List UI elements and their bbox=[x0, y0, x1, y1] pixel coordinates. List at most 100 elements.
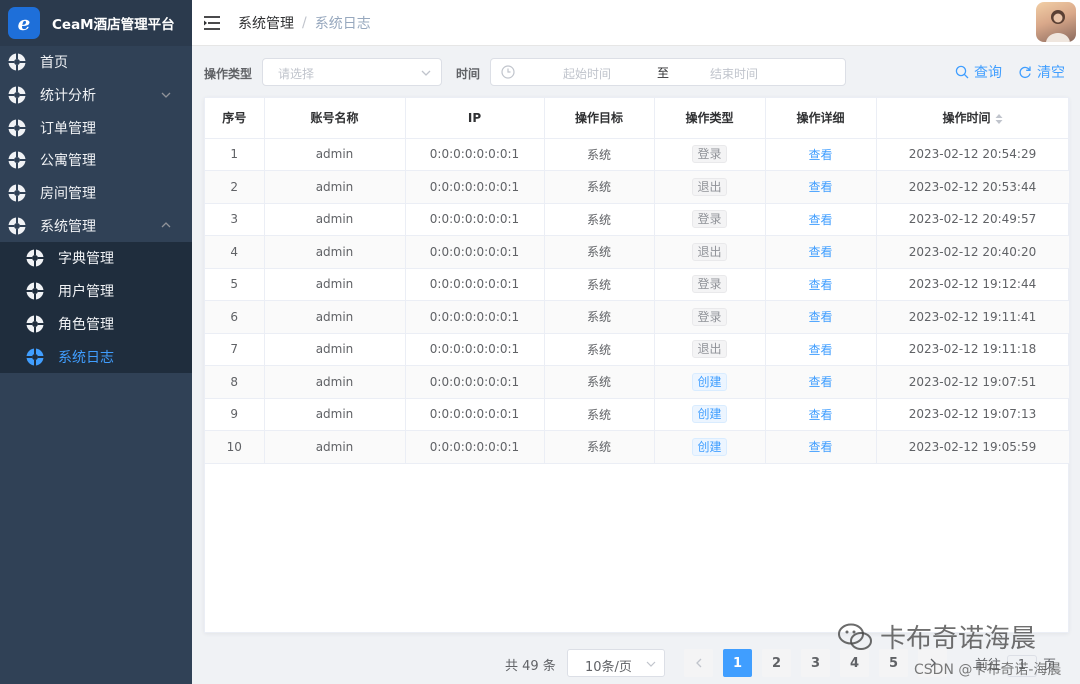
cell-op-type: 登录 bbox=[654, 268, 766, 301]
sidebar: e CeaM酒店管理平台 首页 统计分析 订单管理 公寓管理 房间管理 系统管理… bbox=[0, 0, 192, 684]
clear-button[interactable]: 清空 bbox=[1018, 62, 1065, 82]
end-time-placeholder[interactable]: 结束时间 bbox=[710, 65, 758, 82]
cell-op-detail: 查看 bbox=[765, 203, 877, 236]
header-no: 序号 bbox=[205, 98, 265, 139]
view-detail-link[interactable]: 查看 bbox=[808, 278, 832, 292]
cell-no: 2 bbox=[205, 170, 265, 204]
menu-fold-icon[interactable] bbox=[204, 15, 220, 30]
cell-op-time: 2023-02-12 20:54:29 bbox=[876, 138, 1070, 171]
aperture-icon bbox=[26, 315, 44, 333]
aperture-icon bbox=[8, 53, 26, 71]
query-button[interactable]: 查询 bbox=[955, 62, 1002, 82]
logo-letter: e bbox=[17, 11, 31, 35]
sidebar-item-orders[interactable]: 订单管理 bbox=[0, 111, 192, 144]
cell-account: admin bbox=[264, 300, 406, 334]
cell-op-time: 2023-02-12 20:40:20 bbox=[876, 235, 1070, 269]
cell-op-type: 退出 bbox=[654, 333, 766, 366]
sort-icon[interactable] bbox=[995, 113, 1003, 125]
header-ip: IP bbox=[405, 98, 545, 139]
aperture-icon bbox=[26, 348, 44, 366]
watermark-csdn: CSDN @卡布奇诺-海晨 bbox=[914, 662, 1062, 678]
cell-ip: 0:0:0:0:0:0:0:1 bbox=[405, 170, 545, 204]
cell-account: admin bbox=[264, 235, 406, 269]
page-button-2[interactable]: 2 bbox=[762, 649, 791, 677]
cell-op-detail: 查看 bbox=[765, 333, 877, 366]
op-type-tag: 退出 bbox=[692, 242, 727, 261]
op-type-select[interactable]: 请选择 bbox=[262, 58, 442, 86]
date-range-picker[interactable]: 起始时间 至 结束时间 bbox=[490, 58, 846, 86]
sidebar-item-label: 字典管理 bbox=[58, 251, 114, 268]
header-target: 操作目标 bbox=[544, 98, 655, 139]
sidebar-item-roles[interactable]: 角色管理 bbox=[0, 308, 192, 341]
sidebar-item-label: 用户管理 bbox=[58, 284, 114, 301]
cell-op-type: 退出 bbox=[654, 235, 766, 269]
pagination-total: 共 49 条 bbox=[505, 659, 556, 674]
sidebar-item-system[interactable]: 系统管理 bbox=[0, 209, 192, 242]
breadcrumb-system[interactable]: 系统管理 bbox=[238, 13, 294, 33]
table-row: 9 admin 0:0:0:0:0:0:0:1 系统 创建 查看 2023-02-12 19… bbox=[205, 398, 1070, 431]
cell-account: admin bbox=[264, 170, 406, 204]
table-row: 1 admin 0:0:0:0:0:0:0:1 系统 登录 查看 2023-02-12 20… bbox=[205, 138, 1070, 171]
op-type-tag: 创建 bbox=[692, 437, 727, 456]
cell-op-time: 2023-02-12 19:11:41 bbox=[876, 300, 1070, 334]
page-size-select[interactable]: 10条/页 bbox=[567, 649, 665, 677]
view-detail-link[interactable]: 查看 bbox=[808, 213, 832, 227]
view-detail-link[interactable]: 查看 bbox=[808, 310, 832, 324]
view-detail-link[interactable]: 查看 bbox=[808, 408, 832, 422]
sidebar-item-label: 系统日志 bbox=[58, 349, 114, 366]
query-label: 查询 bbox=[974, 65, 1002, 81]
app-logo: e bbox=[8, 7, 40, 39]
cell-target: 系统 bbox=[544, 203, 655, 236]
header-op-type: 操作类型 bbox=[654, 98, 766, 139]
cell-ip: 0:0:0:0:0:0:0:1 bbox=[405, 138, 545, 171]
aperture-icon bbox=[26, 249, 44, 267]
sidebar-item-label: 房间管理 bbox=[40, 186, 96, 203]
sidebar-item-apartments[interactable]: 公寓管理 bbox=[0, 144, 192, 177]
cell-op-time: 2023-02-12 19:12:44 bbox=[876, 268, 1070, 301]
op-type-tag: 登录 bbox=[692, 275, 727, 294]
sidebar-item-label: 公寓管理 bbox=[40, 153, 96, 170]
cell-op-time: 2023-02-12 20:49:57 bbox=[876, 203, 1070, 236]
cell-op-type: 登录 bbox=[654, 138, 766, 171]
cell-op-time: 2023-02-12 19:07:51 bbox=[876, 365, 1070, 399]
cell-op-type: 登录 bbox=[654, 300, 766, 334]
cell-op-time: 2023-02-12 19:07:13 bbox=[876, 398, 1070, 431]
refresh-icon bbox=[1019, 66, 1031, 79]
table-row: 8 admin 0:0:0:0:0:0:0:1 系统 创建 查看 2023-02-12 19… bbox=[205, 365, 1070, 399]
table-row: 3 admin 0:0:0:0:0:0:0:1 系统 登录 查看 2023-02-12 20… bbox=[205, 203, 1070, 236]
op-type-tag: 登录 bbox=[692, 145, 727, 164]
view-detail-link[interactable]: 查看 bbox=[808, 440, 832, 454]
view-detail-link[interactable]: 查看 bbox=[808, 375, 832, 389]
view-detail-link[interactable]: 查看 bbox=[808, 180, 832, 194]
cell-account: admin bbox=[264, 138, 406, 171]
sidebar-item-system-log[interactable]: 系统日志 bbox=[0, 340, 192, 373]
cell-op-type: 登录 bbox=[654, 203, 766, 236]
cell-op-detail: 查看 bbox=[765, 268, 877, 301]
page-button-3[interactable]: 3 bbox=[801, 649, 830, 677]
cell-op-detail: 查看 bbox=[765, 235, 877, 269]
cell-op-type: 退出 bbox=[654, 170, 766, 204]
view-detail-link[interactable]: 查看 bbox=[808, 148, 832, 162]
view-detail-link[interactable]: 查看 bbox=[808, 245, 832, 259]
time-label: 时间 bbox=[456, 67, 481, 81]
prev-page-button[interactable] bbox=[684, 649, 713, 677]
page-button-1[interactable]: 1 bbox=[723, 649, 752, 677]
header-op-time[interactable]: 操作时间 bbox=[876, 98, 1070, 139]
cell-ip: 0:0:0:0:0:0:0:1 bbox=[405, 398, 545, 431]
sidebar-item-dictionary[interactable]: 字典管理 bbox=[0, 242, 192, 275]
op-type-tag: 创建 bbox=[692, 372, 727, 391]
sidebar-item-home[interactable]: 首页 bbox=[0, 46, 192, 79]
chevron-down-icon bbox=[421, 70, 431, 76]
cell-no: 1 bbox=[205, 138, 265, 171]
cell-target: 系统 bbox=[544, 170, 655, 204]
page-size-value: 10条/页 bbox=[585, 660, 632, 675]
sidebar-item-rooms[interactable]: 房间管理 bbox=[0, 177, 192, 210]
start-time-placeholder[interactable]: 起始时间 bbox=[563, 65, 611, 82]
aperture-icon bbox=[8, 184, 26, 202]
cell-no: 8 bbox=[205, 365, 265, 399]
avatar[interactable] bbox=[1036, 2, 1076, 42]
sidebar-item-label: 首页 bbox=[40, 55, 68, 72]
sidebar-item-users[interactable]: 用户管理 bbox=[0, 275, 192, 308]
view-detail-link[interactable]: 查看 bbox=[808, 343, 832, 357]
sidebar-item-statistics[interactable]: 统计分析 bbox=[0, 79, 192, 112]
